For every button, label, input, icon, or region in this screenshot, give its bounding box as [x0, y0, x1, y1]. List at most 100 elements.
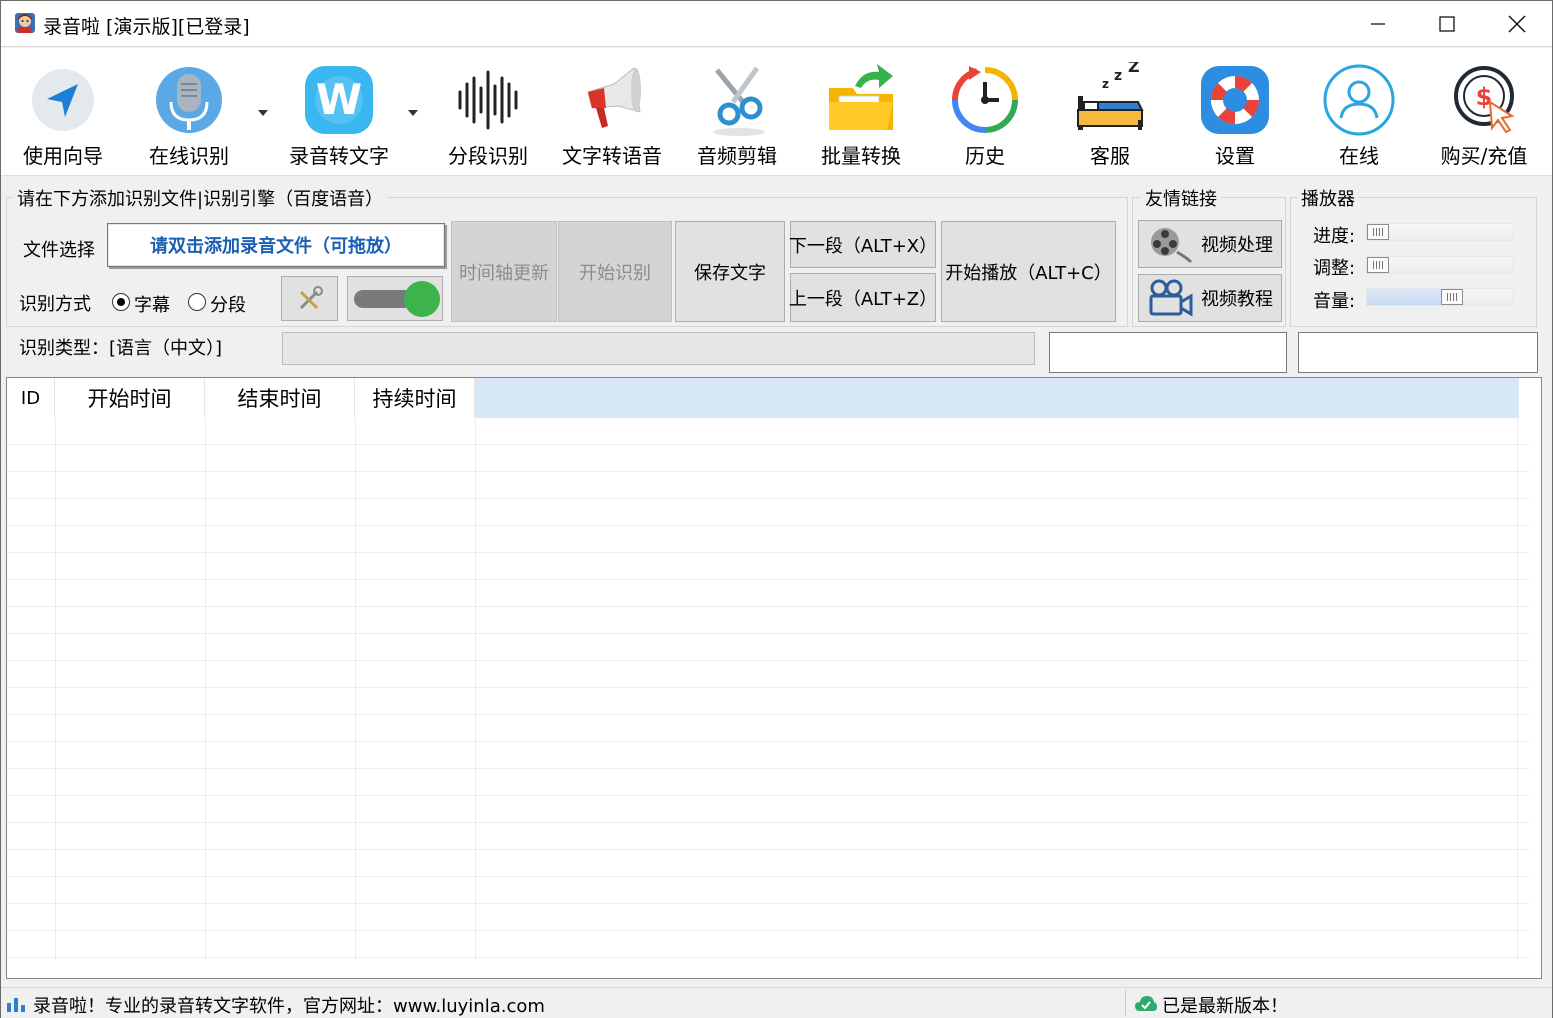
- video-processing-button[interactable]: 视频处理: [1138, 220, 1282, 268]
- table-row: [7, 580, 1529, 607]
- toolbar-item-label: 音频剪辑: [697, 144, 777, 168]
- status-separator: [1125, 990, 1126, 1016]
- volume-slider-thumb[interactable]: [1441, 289, 1463, 305]
- close-button[interactable]: [1482, 1, 1552, 47]
- column-header-duration[interactable]: 持续时间: [355, 378, 475, 418]
- column-divider: [1517, 418, 1518, 960]
- volume-slider[interactable]: [1366, 288, 1514, 306]
- chevron-down-icon[interactable]: [256, 106, 270, 120]
- player-group-title: 播放器: [1297, 185, 1359, 211]
- film-reel-icon: [1151, 228, 1193, 264]
- table-row: [7, 742, 1529, 769]
- table-header: ID 开始时间 结束时间 持续时间: [7, 378, 1519, 418]
- toolbar-online-button[interactable]: 在线: [1297, 58, 1421, 168]
- toolbar-item-label: 使用向导: [23, 144, 103, 168]
- column-header-id[interactable]: ID: [7, 378, 55, 418]
- toolbar-purchase-button[interactable]: $ 购买/充值: [1422, 58, 1546, 168]
- navigation-arrow-icon: [32, 69, 94, 131]
- table-row: [7, 634, 1529, 661]
- cloud-check-icon: [1135, 996, 1157, 1011]
- column-divider: [475, 418, 476, 960]
- table-row: [7, 931, 1529, 958]
- title-bar: 录音啦 [演示版][已登录]: [1, 1, 1552, 47]
- column-divider: [355, 418, 356, 960]
- maximize-button[interactable]: [1412, 1, 1482, 47]
- toolbar-batch-convert-button[interactable]: 批量转换: [799, 58, 923, 168]
- add-audio-file-button[interactable]: 请双击添加录音文件（可拖放）: [107, 223, 445, 267]
- toolbar-item-label: 批量转换: [821, 144, 901, 168]
- progress-slider[interactable]: [1366, 223, 1514, 241]
- megaphone-icon: [587, 67, 641, 128]
- toolbar-text-to-speech-button[interactable]: 文字转语音: [550, 58, 674, 168]
- toolbar-history-button[interactable]: 历史: [923, 58, 1047, 168]
- minimize-icon: [1371, 23, 1385, 25]
- toolbar-online-recognition-button[interactable]: 在线识别: [127, 58, 251, 168]
- auto-toggle-button[interactable]: [347, 276, 443, 321]
- table-row: [7, 472, 1529, 499]
- user-circle-icon: [1323, 64, 1395, 136]
- info-textbox-2[interactable]: [1298, 332, 1538, 373]
- toolbar-segment-recognition-button[interactable]: 分段识别: [426, 58, 550, 168]
- toolbar-audio-to-text-button[interactable]: W 录音转文字: [277, 58, 401, 168]
- video-processing-label: 视频处理: [1201, 235, 1273, 256]
- table-row: [7, 877, 1529, 904]
- table-row: [7, 526, 1529, 553]
- toolbar-guide-button[interactable]: 使用向导: [1, 58, 125, 168]
- links-group-title: 友情链接: [1141, 185, 1221, 211]
- status-left-text: 录音啦！专业的录音转文字软件，官方网址：www.luyinla.com: [33, 996, 545, 1017]
- lifebuoy-icon: [1201, 66, 1269, 134]
- folder-icon: [829, 64, 893, 130]
- sleeping-bed-icon: z z Z: [1077, 62, 1144, 130]
- adjust-slider-thumb[interactable]: [1367, 257, 1389, 273]
- table-row: [7, 769, 1529, 796]
- video-tutorial-button[interactable]: 视频教程: [1138, 274, 1282, 322]
- toolbar-item-label: 文字转语音: [562, 144, 662, 168]
- minimize-button[interactable]: [1343, 1, 1413, 47]
- recognition-progress-bar: [282, 332, 1035, 365]
- mode-segment-radio[interactable]: [188, 293, 206, 311]
- app-window: 录音啦 [演示版][已登录] 使用向导 在线识别 W 录音转文字 分段识别 文字…: [0, 0, 1553, 1018]
- mode-subtitle-label: 字幕: [134, 295, 170, 316]
- toolbar-item-label: 在线识别: [149, 144, 229, 168]
- save-text-button[interactable]: 保存文字: [675, 221, 785, 322]
- toolbar-item-label: 录音转文字: [289, 144, 389, 168]
- w-letter-icon: W: [305, 66, 373, 134]
- start-playback-button[interactable]: 开始播放（ALT+C）: [941, 221, 1116, 322]
- chevron-down-icon[interactable]: [406, 106, 420, 120]
- adjust-slider[interactable]: [1366, 256, 1514, 274]
- progress-slider-thumb[interactable]: [1367, 224, 1389, 240]
- progress-label: 进度:: [1313, 226, 1356, 247]
- prev-segment-button[interactable]: 上一段（ALT+Z）: [789, 273, 937, 322]
- toolbar-customer-service-button[interactable]: z z Z 客服: [1048, 58, 1172, 168]
- table-row: [7, 661, 1529, 688]
- column-header-start-time[interactable]: 开始时间: [55, 378, 205, 418]
- scissors-icon: [713, 66, 765, 136]
- close-icon: [1508, 15, 1526, 33]
- mode-segment-label: 分段: [210, 295, 246, 316]
- info-textbox-1[interactable]: [1049, 332, 1287, 373]
- table-row: [7, 418, 1529, 445]
- microphone-icon: [156, 67, 222, 133]
- column-divider: [55, 418, 56, 960]
- tools-button[interactable]: [281, 276, 338, 321]
- status-bar: 录音啦！专业的录音转文字软件，官方网址：www.luyinla.com 已是最新…: [1, 987, 1552, 1018]
- column-header-end-time[interactable]: 结束时间: [205, 378, 355, 418]
- mode-subtitle-radio[interactable]: [112, 293, 130, 311]
- video-camera-icon: [1149, 279, 1193, 317]
- waveform-icon: [458, 70, 518, 130]
- start-recognition-button[interactable]: 开始识别: [558, 221, 672, 322]
- next-segment-button[interactable]: 下一段（ALT+X）: [789, 221, 937, 268]
- status-right-text: 已是最新版本！: [1162, 996, 1288, 1017]
- results-table[interactable]: ID 开始时间 结束时间 持续时间: [6, 377, 1542, 979]
- timeline-update-button[interactable]: 时间轴更新: [451, 221, 557, 322]
- recognition-group-title: 请在下方添加识别文件|识别引擎（百度语音）: [13, 185, 388, 211]
- toolbar-settings-button[interactable]: 设置: [1173, 58, 1297, 168]
- table-body: [7, 418, 1529, 978]
- table-row: [7, 850, 1529, 877]
- bar-chart-icon: [7, 998, 25, 1012]
- toolbar-audio-editing-button[interactable]: 音频剪辑: [675, 58, 799, 168]
- column-divider: [205, 418, 206, 960]
- window-title: 录音啦 [演示版][已登录]: [43, 16, 250, 38]
- app-logo-icon: [15, 13, 35, 33]
- clock-history-icon: [951, 66, 1018, 133]
